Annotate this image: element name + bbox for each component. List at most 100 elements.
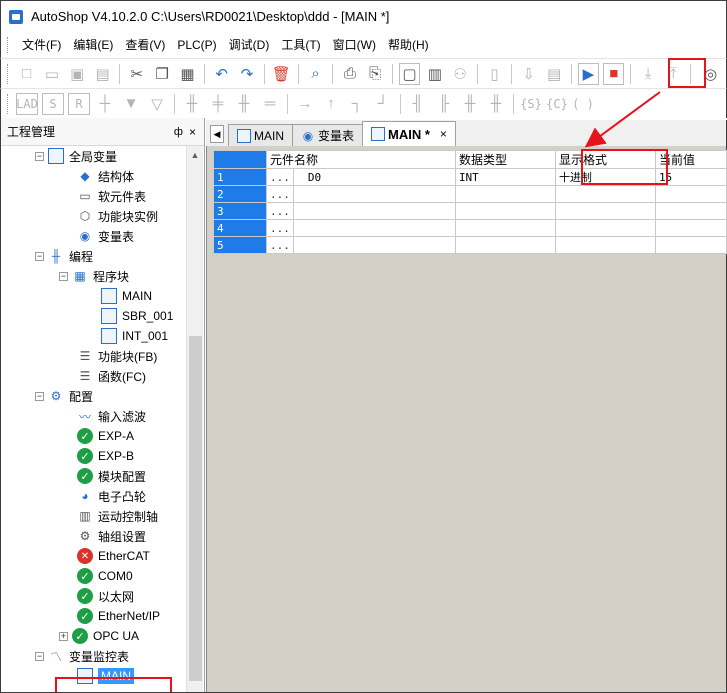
cut-icon[interactable]: ✂	[126, 63, 147, 85]
contact-n-icon[interactable]: ═	[259, 93, 281, 115]
cell-value[interactable]	[654, 236, 727, 254]
cell-format[interactable]	[554, 185, 656, 203]
network-icon[interactable]: ⚇	[450, 63, 471, 85]
contact-parallel-p-icon[interactable]: ╫	[459, 93, 481, 115]
cell-name[interactable]	[292, 202, 456, 220]
tree-item-sbr-001[interactable]: SBR_001	[101, 306, 173, 326]
vline-icon[interactable]: ↑	[320, 93, 342, 115]
row-browse-button[interactable]: ...	[266, 168, 294, 186]
tree-item-var-table[interactable]: ◉ 变量表	[77, 226, 134, 246]
contact-no-icon[interactable]: ╫	[181, 93, 203, 115]
cell-type[interactable]	[454, 219, 556, 237]
print-preview-icon[interactable]: ⎙	[339, 63, 360, 85]
menu-view[interactable]: 查看(V)	[119, 35, 171, 55]
menu-file[interactable]: 文件(F)	[16, 35, 67, 55]
window-icon[interactable]: ▢	[398, 62, 421, 85]
tab-main-monitor[interactable]: MAIN * ×	[362, 121, 456, 146]
menu-plc[interactable]: PLC(P)	[171, 35, 222, 55]
redo-icon[interactable]: ↷	[236, 63, 257, 85]
collapse-icon[interactable]: −	[35, 391, 44, 401]
coil-neg-icon[interactable]: ▽	[146, 93, 168, 115]
delete-icon[interactable]: 🗑	[271, 63, 292, 85]
tree-item-function[interactable]: ☰ 函数(FC)	[77, 366, 146, 386]
row-number[interactable]: 5	[213, 236, 267, 254]
table-row[interactable]: 3 ...	[213, 202, 727, 220]
menu-debug[interactable]: 调试(D)	[223, 35, 276, 55]
tree-item-axis-group[interactable]: ⚙ 轴组设置	[77, 526, 146, 546]
tree-item-input-filter[interactable]: 〰 输入滤波	[77, 406, 146, 426]
save-icon[interactable]: ▣	[67, 63, 88, 85]
il-view-icon[interactable]: ▤	[543, 63, 564, 85]
save-all-icon[interactable]: ▤	[92, 63, 113, 85]
contact-icon[interactable]: ┼	[94, 93, 116, 115]
row-browse-button[interactable]: ...	[266, 236, 294, 254]
contact-parallel-nc-icon[interactable]: ╟	[433, 93, 455, 115]
output-coil-icon[interactable]: ( )	[572, 93, 594, 115]
collapse-icon[interactable]: −	[35, 251, 44, 261]
row-number[interactable]: 2	[213, 185, 267, 203]
lad-icon[interactable]: LAD	[16, 92, 38, 115]
tree-item-struct[interactable]: ◆ 结构体	[77, 166, 134, 186]
tree-item-cam[interactable]: ◕ 电子凸轮	[77, 486, 146, 506]
column-header-type[interactable]: 数据类型	[454, 150, 556, 169]
hline-icon[interactable]: →	[294, 93, 316, 115]
open-icon[interactable]: ▭	[41, 63, 62, 85]
cell-type[interactable]	[454, 202, 556, 220]
tree-item-exp-a[interactable]: ✓ EXP-A	[77, 426, 134, 446]
tree-item-ethernet[interactable]: ✓ 以太网	[77, 586, 134, 606]
cell-type[interactable]: INT	[454, 168, 556, 186]
undo-icon[interactable]: ↶	[211, 63, 232, 85]
menu-edit[interactable]: 编辑(E)	[67, 35, 119, 55]
cell-value[interactable]	[654, 219, 727, 237]
paste-icon[interactable]: ▦	[177, 63, 198, 85]
collapse-icon[interactable]: −	[35, 151, 44, 161]
scroll-up-icon[interactable]: ▲	[187, 146, 203, 163]
cell-type[interactable]	[454, 236, 556, 254]
table-row[interactable]: 5 ...	[213, 236, 727, 254]
row-browse-button[interactable]: ...	[266, 185, 294, 203]
cell-type[interactable]	[454, 185, 556, 203]
tab-scroll-left-icon[interactable]: ◀	[210, 125, 224, 143]
tree-item-function-block[interactable]: ☰ 功能块(FB)	[77, 346, 158, 366]
close-icon[interactable]: ×	[189, 125, 196, 139]
branch-icon[interactable]: ┐	[346, 93, 368, 115]
cell-format[interactable]	[554, 219, 656, 237]
tree-item-monitor-table[interactable]: − 〽 变量监控表	[35, 646, 129, 666]
tree-item-opc-ua[interactable]: + ✓ OPC UA	[59, 626, 139, 646]
contact-nc-icon[interactable]: ╪	[207, 93, 229, 115]
expand-icon[interactable]: +	[59, 631, 68, 641]
tree-item-global-vars[interactable]: − 全局变量	[35, 146, 117, 166]
tree-item-ethercat[interactable]: ✕ EtherCAT	[77, 546, 150, 566]
set-coil-icon[interactable]: {S}	[520, 93, 542, 115]
find-icon[interactable]: ⌕	[305, 63, 326, 85]
zoom-icon[interactable]: ▯	[484, 63, 505, 85]
tree-item-config[interactable]: − ⚙ 配置	[35, 386, 93, 406]
tree-item-motion-axis[interactable]: ▥ 运动控制轴	[77, 506, 158, 526]
cell-name[interactable]: D0	[292, 168, 456, 186]
menu-tools[interactable]: 工具(T)	[275, 35, 326, 55]
row-browse-button[interactable]: ...	[266, 219, 294, 237]
tab-main[interactable]: MAIN	[228, 124, 293, 146]
tree-item-exp-b[interactable]: ✓ EXP-B	[77, 446, 134, 466]
tree-item-int-001[interactable]: INT_001	[101, 326, 168, 346]
tab-var-table[interactable]: ◉ 变量表	[292, 124, 364, 146]
row-number[interactable]: 3	[213, 202, 267, 220]
print-icon[interactable]: ⎘	[365, 63, 386, 85]
branch-end-icon[interactable]: ┘	[372, 93, 394, 115]
tree-item-program-block[interactable]: − ▦ 程序块	[59, 266, 129, 286]
contact-parallel-icon[interactable]: ╢	[407, 93, 429, 115]
pin-icon[interactable]: ф	[174, 126, 183, 138]
tree-item-fb-instance[interactable]: ⬡ 功能块实例	[77, 206, 158, 226]
collapse-icon[interactable]: −	[59, 271, 68, 281]
tree-item-ethernet-ip[interactable]: ✓ EtherNet/IP	[77, 606, 160, 626]
column-header-name[interactable]: 元件名称	[266, 150, 456, 169]
row-number[interactable]: 1	[213, 168, 267, 186]
cell-name[interactable]	[292, 219, 456, 237]
table-row[interactable]: 4 ...	[213, 219, 727, 237]
run-icon[interactable]: ▶	[577, 62, 600, 85]
copy-icon[interactable]: ❐	[151, 63, 172, 85]
tree-scrollbar[interactable]: ▲	[186, 146, 203, 693]
instruction-r-icon[interactable]: R	[68, 92, 90, 115]
table-row[interactable]: 2 ...	[213, 185, 727, 203]
tree-item-module-config[interactable]: ✓ 模块配置	[77, 466, 146, 486]
